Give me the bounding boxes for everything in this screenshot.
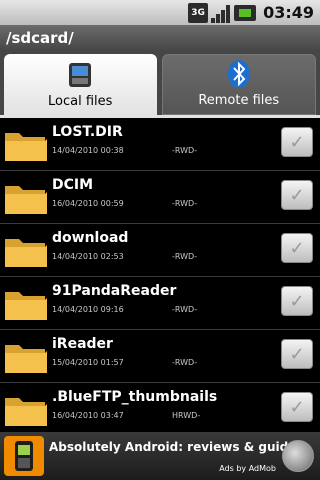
- signal-icon: [211, 3, 231, 23]
- file-permissions: -RWD-: [172, 146, 198, 155]
- file-name: iReader: [52, 336, 113, 352]
- folder-icon: [5, 239, 47, 267]
- tab-bar: Local files Remote files: [0, 50, 320, 115]
- bluetooth-icon: [224, 59, 254, 89]
- list-item[interactable]: download 14/04/2010 02:53 -RWD- ✓: [0, 224, 320, 277]
- battery-icon: [234, 4, 257, 21]
- select-checkbox[interactable]: ✓: [281, 233, 313, 263]
- list-item[interactable]: 91PandaReader 14/04/2010 09:16 -RWD- ✓: [0, 277, 320, 330]
- file-name: 91PandaReader: [52, 283, 177, 299]
- list-item[interactable]: iReader 15/04/2010 01:57 -RWD- ✓: [0, 330, 320, 383]
- file-date: 16/04/2010 03:47: [52, 411, 124, 420]
- list-item[interactable]: LOST.DIR 14/04/2010 00:38 -RWD- ✓: [0, 118, 320, 171]
- select-checkbox[interactable]: ✓: [281, 180, 313, 210]
- tab-label: Local files: [48, 94, 113, 109]
- ad-title: Absolutely Android: reviews & guide: [49, 440, 297, 454]
- tab-label: Remote files: [198, 93, 280, 108]
- current-path: /sdcard/: [0, 25, 320, 50]
- file-list: LOST.DIR 14/04/2010 00:38 -RWD- ✓ DCIM 1…: [0, 118, 320, 432]
- folder-icon: [5, 345, 47, 373]
- file-name: download: [52, 230, 129, 246]
- file-permissions: -RWD-: [172, 199, 198, 208]
- folder-icon: [5, 398, 47, 426]
- file-name: .BlueFTP_thumbnails: [52, 389, 218, 405]
- file-permissions: -RWD-: [172, 252, 198, 261]
- device-icon: [65, 60, 95, 90]
- 3g-icon: 3G: [188, 2, 209, 23]
- list-item[interactable]: .BlueFTP_thumbnails 16/04/2010 03:47 HRW…: [0, 383, 320, 432]
- file-permissions: HRWD-: [172, 411, 201, 420]
- folder-icon: [5, 292, 47, 320]
- select-checkbox[interactable]: ✓: [281, 286, 313, 316]
- file-date: 14/04/2010 09:16: [52, 305, 124, 314]
- file-permissions: -RWD-: [172, 358, 198, 367]
- globe-icon[interactable]: [282, 440, 314, 472]
- tab-remote-files[interactable]: Remote files: [161, 54, 316, 115]
- file-name: LOST.DIR: [52, 124, 123, 140]
- file-permissions: -RWD-: [172, 305, 198, 314]
- tab-local-files[interactable]: Local files: [4, 54, 157, 115]
- ad-attribution: Ads by AdMob: [219, 464, 276, 473]
- ad-banner[interactable]: Absolutely Android: reviews & guide Ads …: [0, 432, 320, 480]
- file-name: DCIM: [52, 177, 94, 193]
- select-checkbox[interactable]: ✓: [281, 127, 313, 157]
- select-checkbox[interactable]: ✓: [281, 392, 313, 422]
- phone-icon: [4, 436, 44, 476]
- select-checkbox[interactable]: ✓: [281, 339, 313, 369]
- folder-icon: [5, 186, 47, 214]
- file-date: 16/04/2010 00:59: [52, 199, 124, 208]
- status-bar: 3G 03:49: [0, 0, 320, 25]
- file-date: 14/04/2010 02:53: [52, 252, 124, 261]
- file-date: 14/04/2010 00:38: [52, 146, 124, 155]
- folder-icon: [5, 133, 47, 161]
- file-date: 15/04/2010 01:57: [52, 358, 124, 367]
- list-item[interactable]: DCIM 16/04/2010 00:59 -RWD- ✓: [0, 171, 320, 224]
- status-time: 03:49: [263, 3, 314, 22]
